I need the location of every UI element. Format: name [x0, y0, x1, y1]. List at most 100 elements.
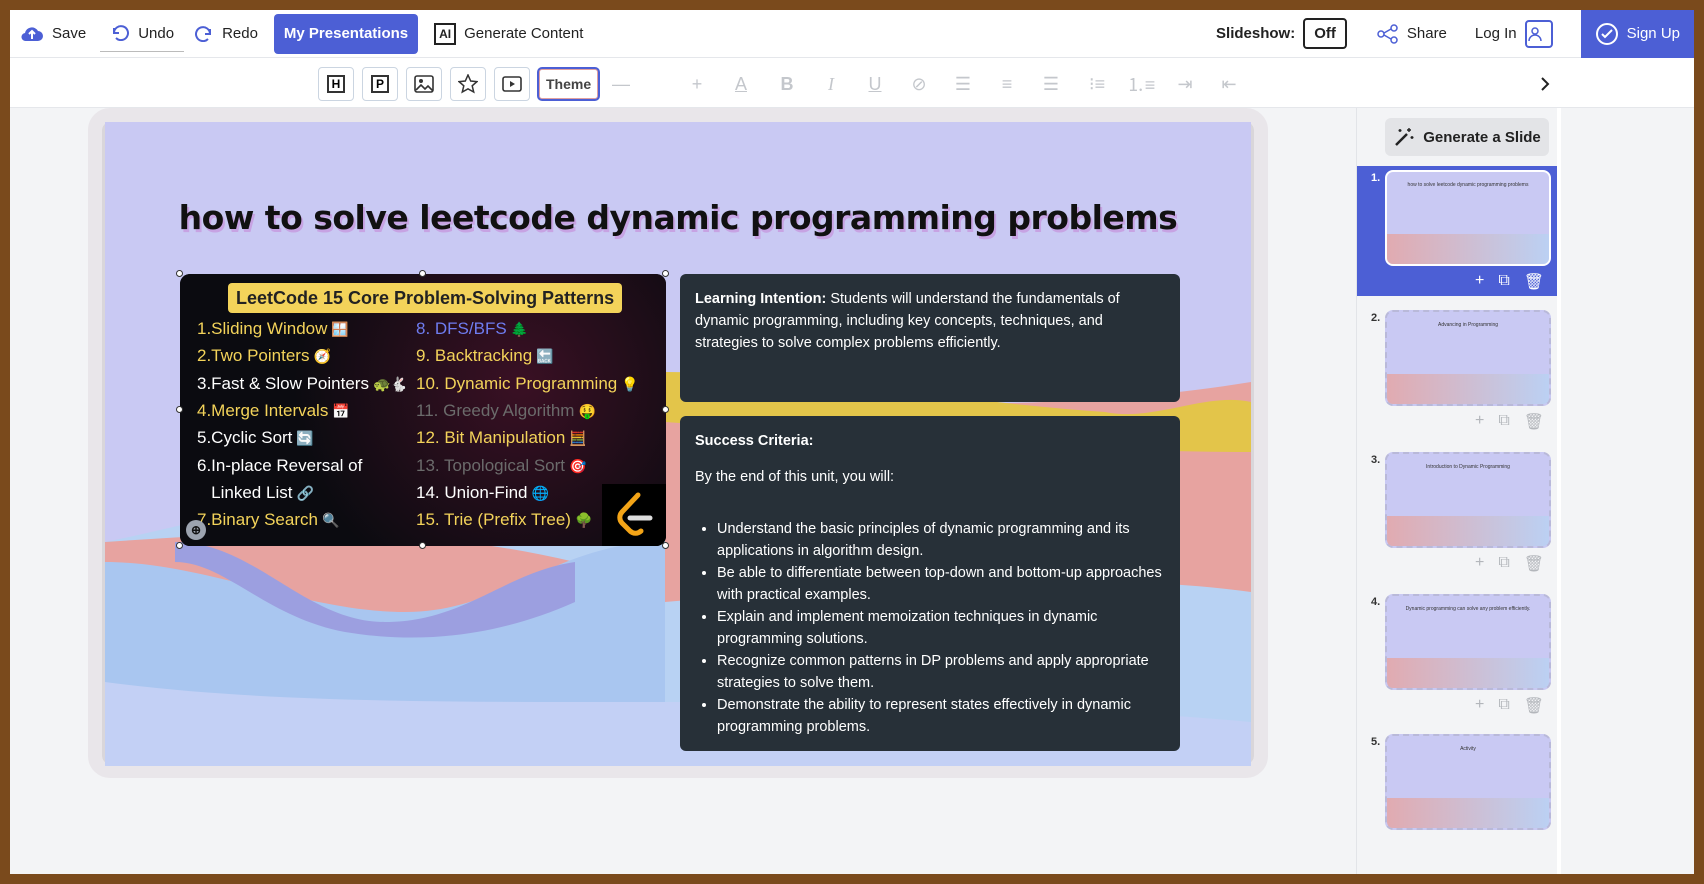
add-slide-icon[interactable]: + [1475, 412, 1484, 432]
slideshow-toggle[interactable]: Off [1303, 18, 1347, 49]
slideshow-label: Slideshow: [1216, 25, 1296, 42]
login-button[interactable]: Log In [1465, 10, 1563, 58]
learning-intention-box[interactable]: Learning Intention: Students will unders… [680, 274, 1180, 402]
slide-title[interactable]: how to solve leetcode dynamic programmin… [105, 198, 1251, 237]
align-right-button[interactable]: ☰ [1036, 67, 1066, 101]
resize-handle-b[interactable] [419, 542, 426, 549]
indent-button[interactable]: ⇥ [1170, 67, 1200, 101]
resize-handle-t[interactable] [419, 270, 426, 277]
delete-slide-icon[interactable]: 🗑 [1524, 412, 1544, 432]
insert-icon-button[interactable] [450, 67, 486, 101]
delete-slide-icon[interactable]: 🗑 [1524, 554, 1544, 574]
zoom-icon[interactable]: ⊕ [186, 520, 206, 540]
thumbnail-actions: + ⧉ 🗑 [1475, 696, 1555, 716]
slide-thumbnail-row[interactable]: 3. Introduction to Dynamic Programming + ⧉ 🗑 [1357, 448, 1557, 586]
thumbnail-caption: how to solve leetcode dynamic programmin… [1407, 182, 1529, 188]
add-slide-icon[interactable]: + [1475, 272, 1484, 292]
font-size-plus-button[interactable]: + [682, 67, 712, 101]
clear-format-button[interactable]: ⊘ [904, 67, 934, 101]
pattern-item: 6.In-place Reversal of [197, 456, 362, 476]
outdent-button[interactable]: ⇤ [1214, 67, 1244, 101]
insert-image-button[interactable] [406, 67, 442, 101]
sign-up-button[interactable]: Sign Up [1580, 10, 1694, 58]
pattern-label: 14. Union-Find [416, 482, 528, 502]
slide-thumbnail-row[interactable]: 4. Dynamic programming can solve any prob… [1357, 590, 1557, 728]
slide-thumbnail[interactable]: Introduction to Dynamic Programming [1385, 452, 1551, 548]
bold-button[interactable]: B [772, 67, 802, 101]
pattern-item: 10. Dynamic Programming 💡 [416, 374, 639, 394]
add-slide-icon[interactable]: + [1475, 696, 1484, 716]
thumbnail-caption: Advancing in Programming [1437, 322, 1499, 328]
my-presentations-label: My Presentations [283, 25, 409, 42]
slide-thumbnail-row[interactable]: 2. Advancing in Programming + ⧉ 🗑 [1357, 306, 1557, 444]
undo-button[interactable]: Undo [100, 16, 185, 52]
generate-content-button[interactable]: AI Generate Content [424, 10, 593, 58]
delete-slide-icon[interactable]: 🗑 [1524, 272, 1544, 292]
align-left-button[interactable]: ☰ [948, 67, 978, 101]
slide-thumbnail[interactable]: Dynamic programming can solve any proble… [1385, 594, 1551, 690]
criteria-intro: By the end of this unit, you will: [695, 469, 895, 485]
patterns-image[interactable]: LeetCode 15 Core Problem-Solving Pattern… [180, 274, 666, 546]
resize-handle-tl[interactable] [176, 270, 183, 277]
pattern-label: 15. Trie (Prefix Tree) [416, 510, 571, 530]
italic-button[interactable]: I [816, 67, 846, 101]
redo-button[interactable]: Redo [184, 10, 268, 58]
redo-icon [195, 25, 212, 42]
redo-label: Redo [222, 25, 258, 42]
italic-icon: I [828, 73, 834, 94]
resize-handle-l[interactable] [176, 406, 183, 413]
slide-thumbnail-row[interactable]: 5. Activity [1357, 730, 1557, 868]
paragraph-block-button[interactable]: P [362, 67, 398, 101]
thumbnail-wave [1387, 658, 1549, 688]
thumbnail-wave [1387, 516, 1549, 546]
my-presentations-button[interactable]: My Presentations [273, 13, 419, 54]
slide-thumbnail-row[interactable]: 1. how to solve leetcode dynamic programm… [1357, 166, 1557, 296]
slide-thumbnail[interactable]: how to solve leetcode dynamic programmin… [1385, 170, 1551, 266]
success-criteria-box[interactable]: Success Criteria: By the end of this uni… [680, 416, 1180, 751]
outdent-icon: ⇤ [1221, 73, 1237, 94]
criteria-heading: Success Criteria: [695, 433, 814, 449]
pattern-label: 1.Sliding Window [197, 319, 328, 338]
star-icon [458, 74, 478, 94]
delete-slide-icon[interactable]: 🗑 [1524, 696, 1544, 716]
duplicate-slide-icon[interactable]: ⧉ [1498, 554, 1509, 574]
pattern-emoji-icon: 💡 [621, 375, 639, 392]
duplicate-slide-icon[interactable]: ⧉ [1498, 412, 1509, 432]
generate-slide-button[interactable]: Generate a Slide [1385, 118, 1549, 156]
sidebar-scrollbar[interactable] [1557, 108, 1561, 874]
theme-button[interactable]: Theme [536, 67, 601, 101]
underline-button[interactable]: U [860, 67, 890, 101]
align-center-button[interactable]: ≡ [992, 67, 1022, 101]
pattern-item: 3.Fast & Slow Pointers 🐢🐇 [197, 374, 408, 394]
toolbar-expand-button[interactable] [1530, 67, 1560, 101]
resize-handle-tr[interactable] [662, 270, 669, 277]
pattern-emoji-icon: 📅 [332, 402, 350, 419]
share-button[interactable]: Share [1367, 10, 1457, 58]
add-slide-icon[interactable]: + [1475, 554, 1484, 574]
pattern-label: 5.Cyclic Sort [197, 428, 293, 448]
pattern-label: 7.Binary Search [197, 510, 318, 530]
slide-thumbnail[interactable]: Advancing in Programming [1385, 310, 1551, 406]
save-button[interactable]: Save [10, 10, 96, 58]
duplicate-slide-icon[interactable]: ⧉ [1498, 272, 1509, 292]
duplicate-slide-icon[interactable]: ⧉ [1498, 696, 1509, 716]
pattern-label: 4.Merge Intervals [197, 400, 329, 420]
resize-handle-r[interactable] [662, 406, 669, 413]
top-bar: Save Undo Redo My Presentations AI Gener… [10, 10, 1694, 58]
numbered-list-icon: ⒈≡ [1126, 75, 1156, 95]
clear-format-icon: ⊘ [911, 73, 927, 94]
text-color-button[interactable]: A [726, 67, 756, 101]
current-slide[interactable]: how to solve leetcode dynamic programmin… [105, 122, 1251, 766]
slide-thumbnail[interactable]: Activity [1385, 734, 1551, 830]
font-size-minus-button[interactable]: — [606, 67, 636, 101]
insert-video-button[interactable] [494, 67, 530, 101]
numbered-list-button[interactable]: ⒈≡ [1126, 67, 1156, 101]
pattern-label: 13. Topological Sort [416, 455, 566, 475]
resize-handle-br[interactable] [662, 542, 669, 549]
paragraph-icon: P [370, 75, 389, 93]
heading-block-button[interactable]: H [318, 67, 354, 101]
generate-content-label: Generate Content [464, 25, 584, 42]
share-label: Share [1406, 25, 1447, 42]
resize-handle-bl[interactable] [176, 542, 183, 549]
bullet-list-button[interactable]: ⁝≡ [1082, 67, 1112, 101]
